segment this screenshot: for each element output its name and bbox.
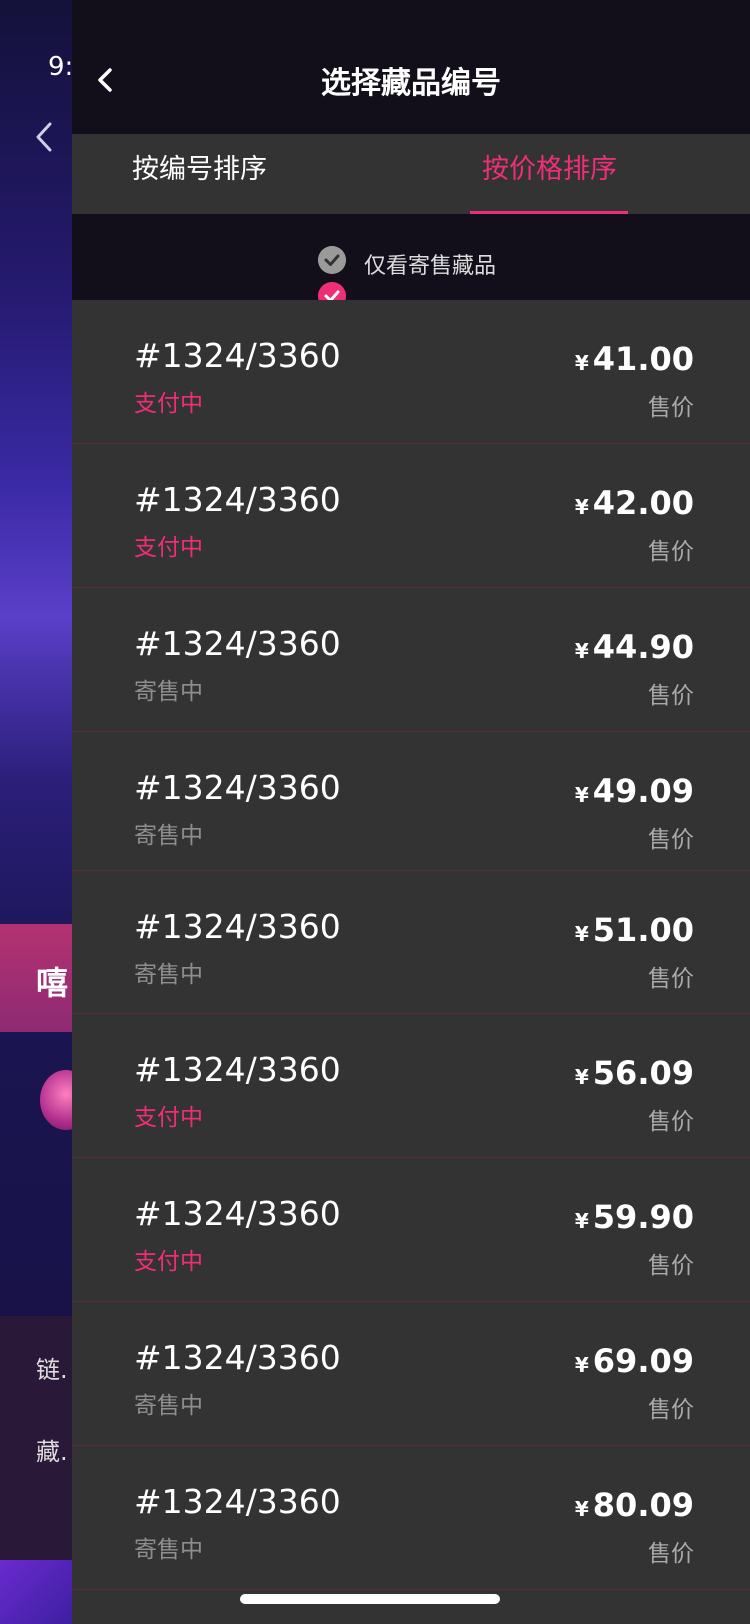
item-number: #1324/3360 (134, 480, 341, 519)
item-price: ¥41.00 (575, 340, 694, 378)
price-label: 售价 (648, 827, 694, 853)
select-number-drawer: 选择藏品编号 按编号排序 按价格排序 仅看寄售藏品 #1324/3360 支付中 ¥… (72, 0, 750, 1624)
item-status: 寄售中 (134, 823, 203, 849)
item-status: 寄售中 (134, 962, 203, 988)
list-item[interactable]: #1324/3360 寄售中 ¥80.09 售价 (72, 1446, 750, 1590)
home-indicator (240, 1594, 500, 1604)
list-item[interactable]: #1324/3360 支付中 ¥42.00 售价 (72, 444, 750, 588)
item-price: ¥49.09 (575, 772, 694, 810)
item-status: 寄售中 (134, 1393, 203, 1419)
list-item[interactable]: #1324/3360 寄售中 ¥69.09 售价 (72, 1302, 750, 1446)
background-info-text-1: 链. (36, 1356, 68, 1384)
background-banner-text: 嘻 (36, 964, 69, 1002)
tab-sort-by-number[interactable]: 按编号排序 (132, 134, 267, 214)
price-value: 56.09 (592, 1054, 694, 1092)
screen: 9: 嘻 链. 藏. 选择藏品编号 按编号排序 按价格排序 仅看寄售藏品 #13… (0, 0, 750, 1624)
currency-symbol: ¥ (574, 922, 589, 946)
price-value: 42.00 (592, 484, 694, 522)
filter-row: 仅看寄售藏品 (72, 214, 750, 310)
currency-symbol: ¥ (574, 1209, 589, 1233)
currency-symbol: ¥ (574, 1353, 589, 1377)
item-number: #1324/3360 (134, 1050, 341, 1089)
item-number: #1324/3360 (134, 907, 341, 946)
item-price: ¥56.09 (575, 1054, 694, 1092)
collectible-number-list: #1324/3360 支付中 ¥41.00 售价 #1324/3360 支付中 ¥42.00… (72, 300, 750, 1590)
list-item[interactable]: #1324/3360 寄售中 ¥49.09 售价 (72, 732, 750, 871)
item-price: ¥44.90 (575, 628, 694, 666)
currency-symbol: ¥ (574, 351, 589, 375)
list-item[interactable]: #1324/3360 寄售中 ¥44.90 售价 (72, 588, 750, 732)
currency-symbol: ¥ (574, 639, 589, 663)
tab-sort-by-price[interactable]: 按价格排序 (482, 134, 617, 214)
background-info-text-2: 藏. (36, 1438, 68, 1466)
currency-symbol: ¥ (574, 495, 589, 519)
item-status: 寄售中 (134, 1537, 203, 1563)
item-price: ¥80.09 (575, 1486, 694, 1524)
item-number: #1324/3360 (134, 336, 341, 375)
price-value: 49.09 (592, 772, 694, 810)
item-price: ¥59.90 (575, 1198, 694, 1236)
sort-tabs: 按编号排序 按价格排序 (72, 134, 750, 214)
background-back-icon (36, 122, 52, 152)
item-status: 支付中 (134, 391, 203, 417)
list-item[interactable]: #1324/3360 支付中 ¥41.00 售价 (72, 300, 750, 444)
currency-symbol: ¥ (574, 1497, 589, 1521)
currency-symbol: ¥ (574, 783, 589, 807)
filter-check-icon[interactable] (318, 246, 346, 274)
price-value: 69.09 (592, 1342, 694, 1380)
item-price: ¥42.00 (575, 484, 694, 522)
price-value: 51.00 (592, 911, 694, 949)
item-number: #1324/3360 (134, 624, 341, 663)
price-value: 80.09 (592, 1486, 694, 1524)
price-value: 44.90 (592, 628, 694, 666)
item-status: 支付中 (134, 1249, 203, 1275)
price-value: 41.00 (592, 340, 694, 378)
status-bar-time: 9: (48, 52, 74, 82)
price-label: 售价 (648, 1397, 694, 1423)
item-status: 支付中 (134, 1105, 203, 1131)
nav-bar: 选择藏品编号 (72, 0, 750, 134)
page-title: 选择藏品编号 (321, 66, 501, 101)
currency-symbol: ¥ (574, 1065, 589, 1089)
price-label: 售价 (648, 1109, 694, 1135)
price-label: 售价 (648, 1541, 694, 1567)
item-status: 支付中 (134, 535, 203, 561)
item-price: ¥51.00 (575, 911, 694, 949)
price-label: 售价 (648, 683, 694, 709)
item-status: 寄售中 (134, 679, 203, 705)
item-number: #1324/3360 (134, 768, 341, 807)
price-label: 售价 (648, 539, 694, 565)
background-bottom (0, 1560, 72, 1624)
price-label: 售价 (648, 395, 694, 421)
price-label: 售价 (648, 966, 694, 992)
list-item[interactable]: #1324/3360 支付中 ¥56.09 售价 (72, 1014, 750, 1158)
price-value: 59.90 (592, 1198, 694, 1236)
list-item[interactable]: #1324/3360 寄售中 ¥51.00 售价 (72, 871, 750, 1014)
item-number: #1324/3360 (134, 1482, 341, 1521)
list-item[interactable]: #1324/3360 支付中 ¥59.90 售价 (72, 1158, 750, 1302)
item-price: ¥69.09 (575, 1342, 694, 1380)
filter-consignment-only-label[interactable]: 仅看寄售藏品 (364, 248, 496, 280)
item-number: #1324/3360 (134, 1194, 341, 1233)
item-number: #1324/3360 (134, 1338, 341, 1377)
price-label: 售价 (648, 1253, 694, 1279)
